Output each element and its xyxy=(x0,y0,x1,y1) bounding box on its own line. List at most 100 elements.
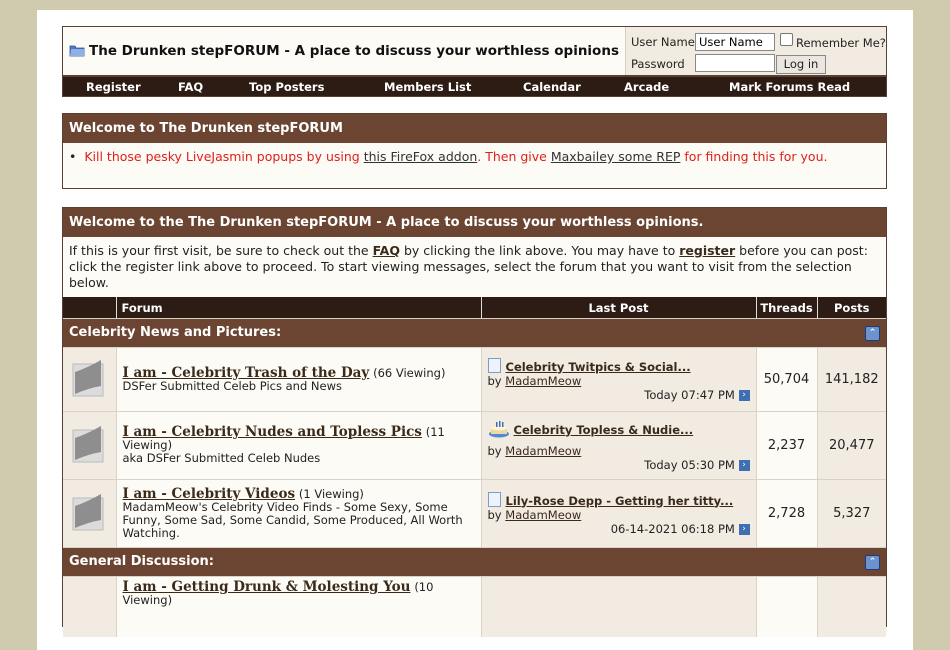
forum-status-cell xyxy=(63,576,117,637)
username-label: User Name xyxy=(631,35,695,49)
go-to-last-post-icon[interactable]: › xyxy=(738,389,750,401)
last-poster-link[interactable]: MadamMeow xyxy=(505,374,581,388)
posts-count: 141,182 xyxy=(817,347,886,412)
password-input[interactable] xyxy=(695,54,775,72)
bullet: • xyxy=(69,149,85,164)
forum-status-icon xyxy=(72,494,104,531)
last-post-time: 06-14-2021 06:18 PM xyxy=(610,521,735,536)
category-row: General Discussion: ⌃ xyxy=(63,547,886,577)
threads-count: 50,704 xyxy=(756,347,818,412)
firefox-addon-link[interactable]: this FireFox addon xyxy=(364,149,478,164)
posts-count: 20,477 xyxy=(817,411,886,480)
nav-faq[interactable]: FAQ xyxy=(178,80,203,94)
last-poster-link[interactable]: MadamMeow xyxy=(505,508,581,522)
forum-status-cell xyxy=(63,411,117,480)
nav-arcade[interactable]: Arcade xyxy=(624,80,669,94)
login-form: User Name Remember Me? Password Log in xyxy=(625,27,886,75)
remember-me-label: Remember Me? xyxy=(796,36,886,50)
forum-description: DSFer Submitted Celeb Pics and News xyxy=(122,378,342,393)
faq-link[interactable]: FAQ xyxy=(373,243,400,258)
remember-me-checkbox[interactable] xyxy=(780,33,793,46)
notice-text: . Then give xyxy=(477,149,551,164)
last-thread-link[interactable]: Celebrity Twitpics & Social... xyxy=(506,360,691,374)
maxbailey-rep-link[interactable]: Maxbailey some REP xyxy=(551,149,681,164)
forum-info: I am - Celebrity Videos (1 Viewing) Mada… xyxy=(116,479,482,548)
notice-box: Welcome to The Drunken stepFORUM • Kill … xyxy=(62,113,887,189)
forum-info: I am - Celebrity Nudes and Topless Pics … xyxy=(116,411,482,480)
folder-icon xyxy=(69,45,85,57)
go-to-last-post-icon[interactable]: › xyxy=(738,523,750,535)
last-thread-link[interactable]: Celebrity Topless & Nudie... xyxy=(514,423,694,437)
go-to-last-post-icon[interactable]: › xyxy=(738,459,750,471)
nav-register[interactable]: Register xyxy=(86,80,141,94)
nav-mark-forums-read[interactable]: Mark Forums Read xyxy=(729,80,850,94)
forum-row: I am - Celebrity Trash of the Day (66 Vi… xyxy=(63,347,886,412)
cake-icon xyxy=(488,420,509,437)
page: The Drunken stepFORUM - A place to discu… xyxy=(37,10,913,650)
forum-status-icon xyxy=(72,426,104,463)
forum-row: I am - Celebrity Videos (1 Viewing) Mada… xyxy=(63,479,886,548)
forum-info: I am - Celebrity Trash of the Day (66 Vi… xyxy=(116,347,482,412)
collapse-icon[interactable]: ⌃ xyxy=(865,555,880,570)
category-row: Celebrity News and Pictures: ⌃ xyxy=(63,318,886,348)
forum-row: I am - Getting Drunk & Molesting You (10… xyxy=(63,576,886,637)
register-link[interactable]: register xyxy=(679,243,735,258)
last-post-cell xyxy=(481,576,757,637)
header-posts: Posts xyxy=(817,297,886,319)
viewing-count: (66 Viewing) xyxy=(373,365,446,380)
header-icon-col xyxy=(63,297,117,319)
threads-count: 2,237 xyxy=(756,411,818,480)
nav-top-posters[interactable]: Top Posters xyxy=(249,80,324,94)
last-thread-link[interactable]: Lily-Rose Depp - Getting her titty... xyxy=(506,494,734,508)
forum-info: I am - Getting Drunk & Molesting You (10… xyxy=(116,576,482,637)
site-title[interactable]: The Drunken stepFORUM - A place to discu… xyxy=(69,43,619,59)
notice-body: • Kill those pesky LiveJasmin popups by … xyxy=(63,143,886,171)
nav-calendar[interactable]: Calendar xyxy=(523,80,581,94)
last-poster-link[interactable]: MadamMeow xyxy=(505,444,581,458)
last-post-cell: Celebrity Twitpics & Social... by MadamM… xyxy=(481,347,757,412)
welcome-text-part: by clicking the link above. You may have… xyxy=(399,243,680,258)
header-forum: Forum xyxy=(116,297,482,319)
threads-count xyxy=(756,576,818,637)
document-icon xyxy=(487,357,501,373)
notice-title: Welcome to The Drunken stepFORUM xyxy=(63,114,886,143)
navbar: Register FAQ Top Posters Members List Ca… xyxy=(62,76,887,97)
by-label: by xyxy=(487,507,502,522)
category-name[interactable]: General Discussion: xyxy=(69,554,214,569)
forum-description: aka DSFer Submitted Celeb Nudes xyxy=(122,451,321,465)
header-last-post: Last Post xyxy=(481,297,757,319)
username-input[interactable] xyxy=(695,33,775,51)
document-icon xyxy=(487,491,501,507)
password-label: Password xyxy=(631,57,685,71)
site-title-text: The Drunken stepFORUM - A place to discu… xyxy=(89,43,619,59)
welcome-text-part: If this is your first visit, be sure to … xyxy=(69,243,373,258)
nav-members-list[interactable]: Members List xyxy=(384,80,471,94)
table-header-row: Forum Last Post Threads Posts xyxy=(63,297,886,319)
category-name[interactable]: Celebrity News and Pictures: xyxy=(69,325,281,340)
forum-row: I am - Celebrity Nudes and Topless Pics … xyxy=(63,411,886,480)
last-post-cell: Lily-Rose Depp - Getting her titty... by… xyxy=(481,479,757,548)
posts-count xyxy=(817,576,886,637)
forum-description: MadamMeow's Celebrity Video Finds - Some… xyxy=(122,499,463,540)
welcome-text: If this is your first visit, be sure to … xyxy=(63,237,886,297)
last-post-time: Today 07:47 PM xyxy=(644,387,735,402)
threads-count: 2,728 xyxy=(756,479,818,548)
by-label: by xyxy=(487,373,502,388)
forum-status-icon xyxy=(72,360,104,397)
welcome-title: Welcome to the The Drunken stepFORUM - A… xyxy=(63,208,886,237)
posts-count: 5,327 xyxy=(817,479,886,548)
by-label: by xyxy=(487,443,502,458)
forum-status-cell xyxy=(63,479,117,548)
header-threads: Threads xyxy=(756,297,818,319)
notice-text: Kill those pesky LiveJasmin popups by us… xyxy=(84,149,364,164)
login-button[interactable]: Log in xyxy=(776,55,826,74)
forum-table: Forum Last Post Threads Posts Celebrity … xyxy=(63,297,886,637)
viewing-count: (1 Viewing) xyxy=(298,486,364,501)
collapse-icon[interactable]: ⌃ xyxy=(865,326,880,341)
forum-box: Welcome to the The Drunken stepFORUM - A… xyxy=(62,207,887,637)
last-post-time: Today 05:30 PM xyxy=(644,457,735,472)
forum-header: The Drunken stepFORUM - A place to discu… xyxy=(62,26,887,76)
forum-status-cell xyxy=(63,347,117,412)
notice-text: for finding this for you. xyxy=(680,149,828,164)
last-post-cell: Celebrity Topless & Nudie... by MadamMeo… xyxy=(481,411,757,480)
